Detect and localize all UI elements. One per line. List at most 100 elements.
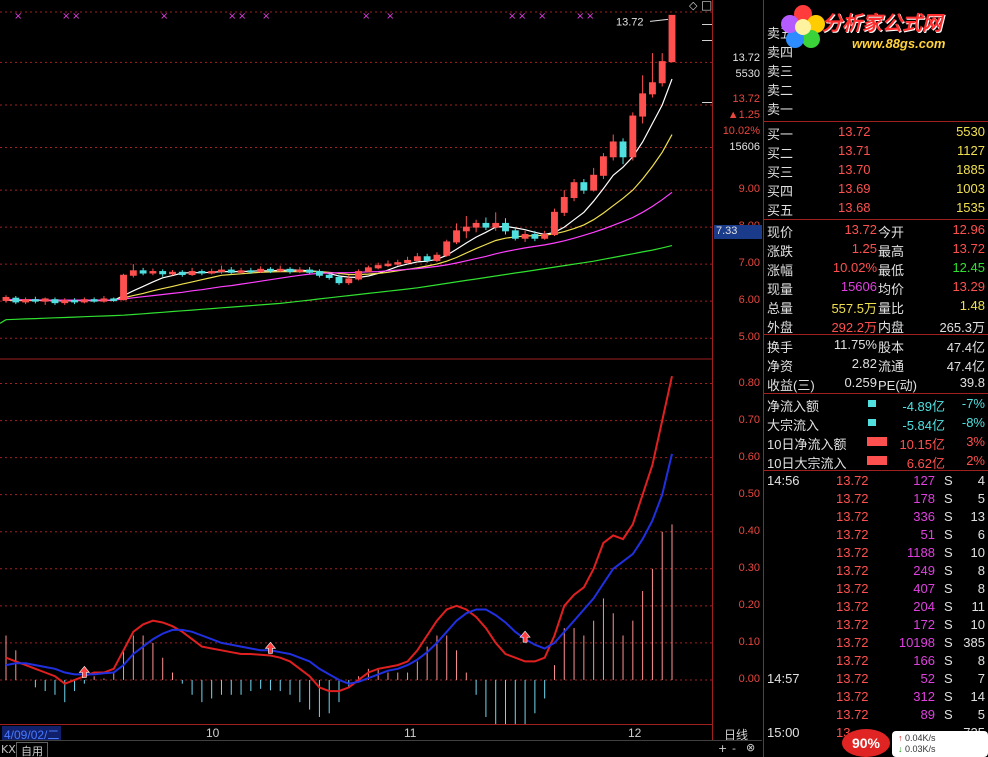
tick-volume: 249 [913, 563, 935, 578]
flow-bar [867, 456, 887, 465]
quote-stat-row[interactable]: 现价 13.72 今开 12.96 [764, 221, 988, 240]
memory-percent-badge[interactable]: 90% [842, 729, 890, 757]
capital-flow-row[interactable]: 净流入额 -4.89亿 -7% [764, 395, 988, 414]
zoom-out-button[interactable]: - [732, 742, 736, 755]
candle-body [41, 298, 49, 302]
tab-custom[interactable]: 自用 [16, 742, 48, 757]
stat-label: 现量 [767, 282, 794, 297]
tick-volume: 166 [913, 653, 935, 668]
quote-fundamental-row[interactable]: 收益(三) 0.259 PE(动) 39.8 [764, 374, 988, 393]
tick-volume: 51 [920, 527, 935, 542]
candle-body [198, 271, 206, 274]
buy-level-row[interactable]: 买二 13.71 1127 [764, 142, 988, 161]
buy-level-row[interactable]: 买三 13.70 1885 [764, 161, 988, 180]
flow-bar [867, 437, 887, 446]
download-arrow-icon: ↓ [898, 744, 903, 754]
axis-indicator-tick: 0.60 [738, 450, 760, 463]
tick-trade-row[interactable]: 13.72 172 S 10 [764, 616, 988, 634]
zoom-in-button[interactable]: + [718, 742, 727, 755]
candle-body [570, 182, 578, 199]
candle-body [2, 296, 10, 301]
tick-price: 13.72 [836, 491, 869, 506]
candle-body [120, 274, 127, 301]
fundamental-label: 净资 [767, 359, 794, 374]
event-marker: × [508, 11, 516, 22]
sell-level-row[interactable]: 卖一 [764, 98, 988, 117]
capital-flow-row[interactable]: 10日净流入额 10.15亿 3% [764, 433, 988, 452]
zoom-reset-icon[interactable]: ⊗ [746, 741, 755, 754]
candle-body [472, 222, 480, 228]
tick-trade-row[interactable]: 13.72 1188 S 10 [764, 544, 988, 562]
tab-kx[interactable]: KX [1, 743, 16, 756]
tick-count: 5 [977, 707, 985, 722]
buy-level-row[interactable]: 买四 13.69 1003 [764, 180, 988, 199]
tick-price: 13.72 [836, 527, 869, 542]
candle-body [413, 256, 421, 261]
axis-price-tick: 7.00 [738, 257, 760, 270]
stat-value: 12.96 [952, 222, 985, 237]
fundamental-label: 股本 [878, 340, 905, 355]
tick-trade-row[interactable]: 14:57 13.72 52 S 7 [764, 670, 988, 688]
axis-indicator-tick: 0.80 [738, 376, 760, 389]
tick-trade-row[interactable]: 13.72 89 S 5 [764, 706, 988, 724]
indicator-line [5, 375, 673, 693]
axis-indicator-tick: 0.50 [738, 487, 760, 500]
flower-logo-icon [781, 5, 825, 48]
tick-count: 7 [977, 671, 985, 686]
quote-stat-row[interactable]: 涨幅 10.02% 最低 12.45 [764, 259, 988, 278]
axis-tick-mark [702, 40, 712, 41]
tick-side: S [944, 707, 953, 722]
capital-flow-row[interactable]: 10日大宗流入 6.62亿 2% [764, 452, 988, 471]
tick-time: 14:57 [767, 671, 800, 686]
quote-stat-row[interactable]: 现量 15606 均价 13.29 [764, 278, 988, 297]
candle-body [306, 269, 314, 273]
tick-volume: 52 [920, 671, 935, 686]
kline-chart-area[interactable]: × × × × × × × × × × × × × × 13.72 [0, 0, 712, 740]
flow-label: 10日净流入额 [767, 437, 847, 452]
panel-divider [764, 219, 988, 220]
candle-body [276, 268, 284, 272]
kline-chart-svg[interactable]: × × × × × × × × × × × × × × 13.72 [0, 0, 712, 724]
fundamental-value: 47.4亿 [946, 359, 985, 374]
tick-trade-row[interactable]: 13.72 249 S 8 [764, 562, 988, 580]
sell-level-row[interactable]: 卖二 [764, 79, 988, 98]
buy-level-volume: 1535 [956, 200, 985, 215]
date-label-11: 11 [404, 726, 417, 740]
moving-average-line [0, 319, 7, 324]
quote-fundamental-row[interactable]: 净资 2.82 流通 47.4亿 [764, 355, 988, 374]
candle-body [257, 268, 265, 273]
candle-body [453, 230, 460, 243]
buy-level-row[interactable]: 买五 13.68 1535 [764, 199, 988, 218]
bottom-toolbar: KX 自用 + - ⊗ [0, 740, 762, 757]
axis-change: ▲1.25 [727, 109, 760, 121]
tick-trade-row[interactable]: 13.72 312 S 14 [764, 688, 988, 706]
axis-indicator-tick: 0.20 [738, 598, 760, 611]
fundamental-label: 流通 [878, 359, 905, 374]
fundamental-value: 0.259 [844, 375, 877, 390]
logo-url[interactable]: www.88gs.com [852, 36, 945, 51]
tick-trade-row[interactable]: 13.72 51 S 6 [764, 526, 988, 544]
tick-count: 385 [963, 635, 985, 650]
tick-trade-row[interactable]: 13.72 336 S 13 [764, 508, 988, 526]
tick-trade-row[interactable]: 13.72 178 S 5 [764, 490, 988, 508]
candle-body [384, 263, 392, 267]
candle-body [51, 299, 59, 304]
quote-fundamental-row[interactable]: 换手 11.75% 股本 47.4亿 [764, 336, 988, 355]
tick-trade-row[interactable]: 13.72 407 S 8 [764, 580, 988, 598]
tick-trade-row[interactable]: 13.72 204 S 11 [764, 598, 988, 616]
quote-stat-row[interactable]: 外盘 292.2万 内盘 265.3万 [764, 316, 988, 335]
buy-level-row[interactable]: 买一 13.72 5530 [764, 123, 988, 142]
candle-body [502, 222, 509, 232]
tick-trade-row[interactable]: 13.72 10198 S 385 [764, 634, 988, 652]
event-marker: × [14, 11, 22, 22]
sell-level-row[interactable]: 卖三 [764, 60, 988, 79]
tick-price: 13.72 [836, 509, 869, 524]
tick-trade-row[interactable]: 14:56 13.72 127 S 4 [764, 472, 988, 490]
tick-trade-row[interactable]: 13.72 166 S 8 [764, 652, 988, 670]
tick-count: 8 [977, 581, 985, 596]
quote-stat-row[interactable]: 总量 557.5万 量比 1.48 [764, 297, 988, 316]
event-marker: × [228, 11, 236, 22]
capital-flow-row[interactable]: 大宗流入 -5.84亿 -8% [764, 414, 988, 433]
tick-side: S [944, 545, 953, 560]
quote-stat-row[interactable]: 涨跌 1.25 最高 13.72 [764, 240, 988, 259]
